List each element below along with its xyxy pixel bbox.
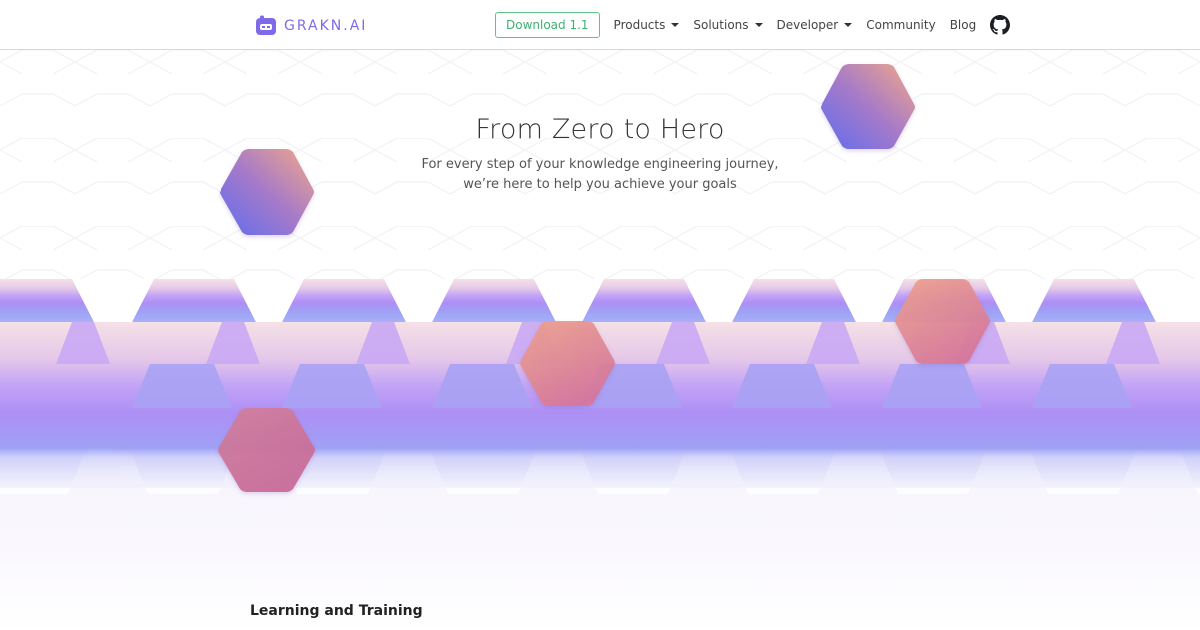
- learning-section-title: Learning and Training: [250, 603, 423, 619]
- nav-item-blog[interactable]: Blog: [950, 18, 977, 32]
- nav-item-developer[interactable]: Developer: [777, 18, 853, 32]
- top-navbar: GRAKN.AI Download 1.1 Products Solutions…: [0, 0, 1200, 50]
- hero-subtitle-line-2: we’re here to help you achieve your goal…: [463, 177, 737, 192]
- nav-item-label: Blog: [949, 18, 977, 32]
- caret-down-icon: [844, 23, 853, 27]
- nav-item-label: Solutions: [693, 18, 749, 32]
- download-button[interactable]: Download 1.1: [495, 12, 600, 38]
- brand-name: GRAKN.AI: [284, 18, 368, 34]
- hero-title: From Zero to Hero: [475, 114, 725, 145]
- nav-item-label: Developer: [776, 18, 839, 32]
- main-nav: Download 1.1 Products Solutions Develope…: [495, 12, 1011, 38]
- hero-section: From Zero to Hero For every step of your…: [0, 114, 1200, 195]
- hex-band: [0, 279, 1200, 630]
- caret-down-icon: [671, 23, 680, 27]
- hero-subtitle-line-1: For every step of your knowledge enginee…: [421, 157, 779, 172]
- github-icon[interactable]: [990, 15, 1011, 35]
- grakn-logo-icon: [256, 15, 276, 35]
- caret-down-icon: [754, 23, 763, 27]
- nav-item-label: Community: [866, 18, 936, 32]
- brand-logo[interactable]: GRAKN.AI: [255, 14, 367, 38]
- hero-subtitle: For every step of your knowledge enginee…: [0, 155, 1200, 195]
- nav-item-solutions[interactable]: Solutions: [693, 18, 763, 32]
- nav-item-label: Products: [613, 18, 666, 32]
- nav-item-products[interactable]: Products: [614, 18, 680, 32]
- nav-item-community[interactable]: Community: [866, 18, 935, 32]
